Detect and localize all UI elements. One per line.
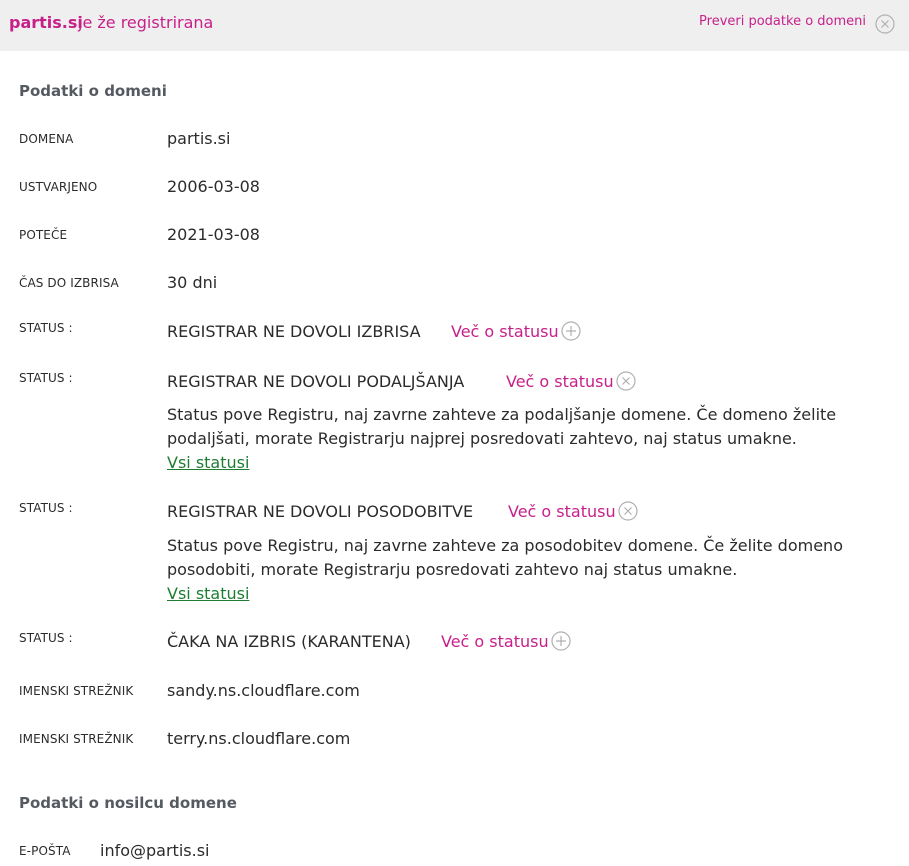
more-about-status-label: Več o statusu <box>506 372 614 391</box>
domain-name-heading: partis.si <box>9 13 83 32</box>
more-about-status-link[interactable]: Več o statusu <box>441 631 571 651</box>
expires-label: POTEČE <box>19 228 68 242</box>
email-value: info@partis.si <box>100 841 210 860</box>
more-about-status-link[interactable]: Več o statusu <box>508 501 638 521</box>
domain-info-title: Podatki o domeni <box>19 82 167 100</box>
time-to-deletion-label: ČAS DO IZBRISA <box>19 276 119 290</box>
status-value: REGISTRAR NE DOVOLI PODALJŠANJA <box>167 372 465 391</box>
expires-value: 2021-03-08 <box>167 225 260 244</box>
email-label: E-POŠTA <box>19 844 71 858</box>
close-circle-icon[interactable] <box>616 371 636 391</box>
status-description: Status pove Registru, naj zavrne zahteve… <box>167 403 867 475</box>
time-to-deletion-value: 30 dni <box>167 273 218 292</box>
close-circle-icon[interactable] <box>875 14 895 34</box>
status-description-text: Status pove Registru, naj zavrne zahteve… <box>167 405 837 448</box>
plus-circle-icon[interactable] <box>561 321 581 341</box>
all-statuses-link[interactable]: Vsi statusi <box>167 584 249 603</box>
more-about-status-label: Več o statusu <box>451 322 559 341</box>
status-label: STATUS : <box>19 371 73 385</box>
status-label: STATUS : <box>19 501 73 515</box>
more-about-status-link[interactable]: Več o statusu <box>451 321 581 341</box>
all-statuses-link[interactable]: Vsi statusi <box>167 453 249 472</box>
nameserver-label: IMENSKI STREŽNIK <box>19 684 134 698</box>
domain-label: DOMENA <box>19 132 74 146</box>
status-description-text: Status pove Registru, naj zavrne zahteve… <box>167 536 843 579</box>
check-domain-data-link[interactable]: Preveri podatke o domeni <box>699 14 866 29</box>
created-label: USTVARJENO <box>19 180 98 194</box>
nameserver-label: IMENSKI STREŽNIK <box>19 732 134 746</box>
more-about-status-label: Več o statusu <box>441 632 549 651</box>
domain-status-bar: partis.si je že registrirana Preveri pod… <box>0 0 909 51</box>
nameserver-value: sandy.ns.cloudflare.com <box>167 681 360 700</box>
plus-circle-icon[interactable] <box>551 631 571 651</box>
domain-value: partis.si <box>167 129 231 148</box>
holder-info-title: Podatki o nosilcu domene <box>19 794 237 812</box>
status-label: STATUS : <box>19 321 73 335</box>
close-circle-icon[interactable] <box>618 501 638 521</box>
created-value: 2006-03-08 <box>167 177 260 196</box>
registered-message: je že registrirana <box>78 13 214 32</box>
status-value: REGISTRAR NE DOVOLI IZBRISA <box>167 322 421 341</box>
status-label: STATUS : <box>19 631 73 645</box>
more-about-status-link[interactable]: Več o statusu <box>506 371 636 391</box>
status-value: ČAKA NA IZBRIS (KARANTENA) <box>167 632 411 651</box>
nameserver-value: terry.ns.cloudflare.com <box>167 729 351 748</box>
status-description: Status pove Registru, naj zavrne zahteve… <box>167 534 867 606</box>
more-about-status-label: Več o statusu <box>508 502 616 521</box>
status-value: REGISTRAR NE DOVOLI POSODOBITVE <box>167 502 474 521</box>
